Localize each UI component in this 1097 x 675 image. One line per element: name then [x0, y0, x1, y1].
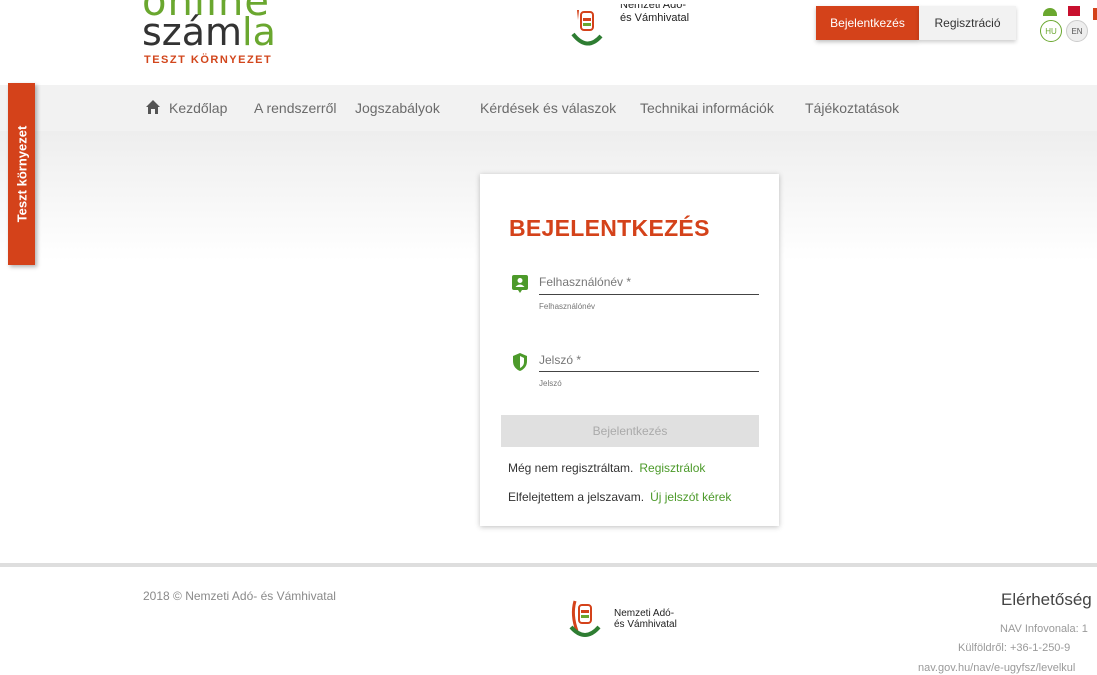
- header-register-button[interactable]: Regisztráció: [919, 6, 1016, 40]
- nav-item-information[interactable]: Tájékoztatások: [805, 100, 899, 116]
- nav-item-technical[interactable]: Technikai információk: [640, 100, 774, 116]
- home-icon[interactable]: [145, 99, 161, 115]
- contact-abroad: Külföldről: +36-1-250-9: [958, 642, 1071, 654]
- username-label: Felhasználónév *: [539, 275, 632, 289]
- main-navigation: Kezdőlap A rendszerről Jogszabályok Kérd…: [0, 85, 1097, 131]
- agency-name-footer: Nemzeti Adó- és Vámhivatal: [614, 608, 677, 630]
- header: online számla TESZT KÖRNYEZET Nemzeti Ad…: [0, 0, 1097, 85]
- test-environment-label: Teszt környezet: [14, 125, 29, 223]
- test-environment-tab[interactable]: Teszt környezet: [8, 83, 35, 265]
- header-login-button[interactable]: Bejelentkezés: [816, 6, 919, 40]
- register-prompt: Még nem regisztráltam. Regisztrálok: [508, 461, 705, 475]
- language-en-button[interactable]: EN: [1066, 20, 1088, 42]
- password-label: Jelszó *: [539, 353, 582, 367]
- login-submit-button[interactable]: Bejelentkezés: [501, 415, 759, 447]
- agency-name-header: Nemzeti Adó- és Vámhivatal: [620, 4, 690, 24]
- footer-divider: [0, 563, 1097, 567]
- online-szamla-logo[interactable]: online számla TESZT KÖRNYEZET: [142, 0, 302, 72]
- user-icon: [512, 275, 528, 293]
- british-flag-icon: [1068, 6, 1080, 16]
- contact-web-link[interactable]: nav.gov.hu/nav/e-ugyfsz/levelkul: [918, 662, 1075, 674]
- hungarian-flag-icon: [1043, 8, 1057, 16]
- username-input[interactable]: [539, 294, 759, 295]
- nav-item-home[interactable]: Kezdőlap: [169, 100, 227, 116]
- login-title: BEJELENTKEZÉS: [509, 215, 710, 241]
- login-card: BEJELENTKEZÉS Felhasználónév * Felhaszná…: [480, 174, 779, 526]
- forgot-password-text: Elfelejtettem a jelszavam.: [508, 490, 645, 504]
- nav-item-about[interactable]: A rendszerről: [254, 100, 336, 116]
- edge-flag-fragment: [1093, 8, 1097, 20]
- nav-item-legislation[interactable]: Jogszabályok: [355, 100, 440, 116]
- register-link[interactable]: Regisztrálok: [639, 461, 705, 475]
- password-input[interactable]: [539, 371, 759, 372]
- nav-emblem-icon: [571, 10, 603, 46]
- password-hint: Jelszó: [539, 379, 562, 388]
- nav-item-faq[interactable]: Kérdések és válaszok: [480, 100, 616, 116]
- contact-title: Elérhetőség: [1001, 590, 1092, 609]
- footer-emblem-icon: [569, 600, 601, 637]
- copyright: 2018 © Nemzeti Adó- és Vámhivatal: [143, 589, 336, 603]
- username-hint: Felhasználónév: [539, 302, 596, 311]
- forgot-password-prompt: Elfelejtettem a jelszavam. Új jelszót kér…: [508, 490, 731, 504]
- register-prompt-text: Még nem regisztráltam.: [508, 461, 634, 475]
- contact-infoline: NAV Infovonala: 1: [1000, 623, 1088, 635]
- language-hu-button[interactable]: HU: [1040, 20, 1062, 42]
- new-password-link[interactable]: Új jelszót kérek: [650, 490, 731, 504]
- logo-main-text: számla: [142, 10, 276, 54]
- shield-icon: [513, 353, 527, 371]
- logo-subtitle: TESZT KÖRNYEZET: [144, 54, 273, 66]
